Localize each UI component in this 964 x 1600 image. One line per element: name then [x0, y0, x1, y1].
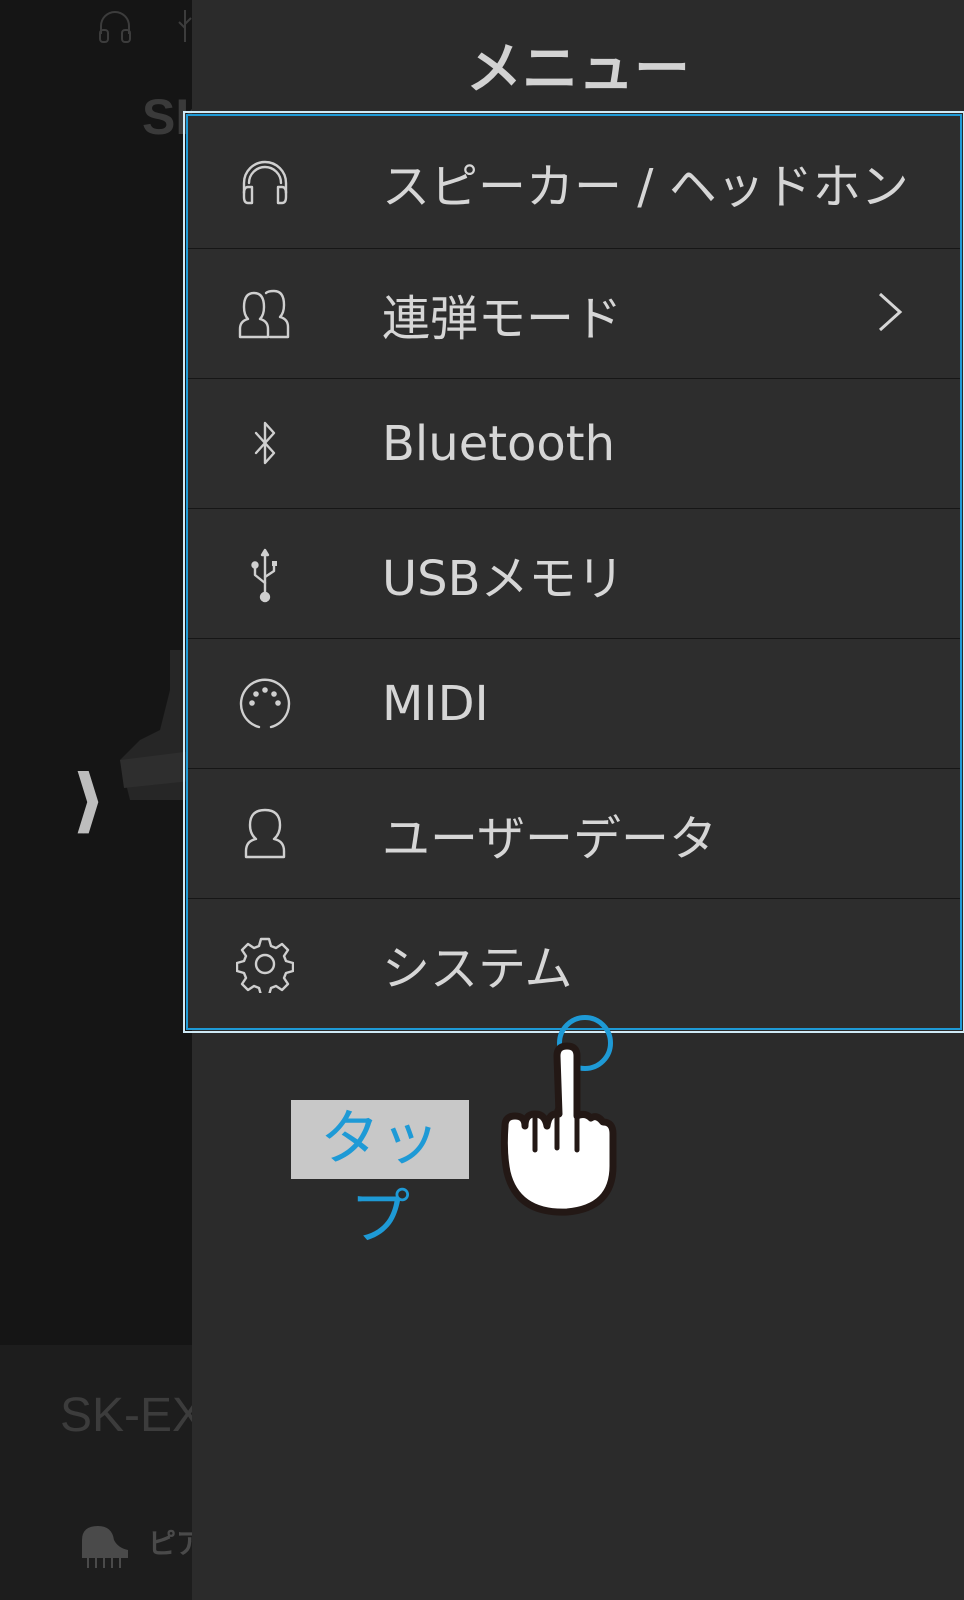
- menu-item-usb-memory[interactable]: USBメモリ: [188, 508, 960, 638]
- usb-icon: [236, 545, 294, 603]
- status-icons: [95, 6, 195, 46]
- menu-title: メニュー: [466, 37, 690, 102]
- model-name-bottom: SK-EX: [60, 1389, 205, 1442]
- tap-instruction-label: タップ: [291, 1100, 469, 1253]
- menu-item-label: USBメモリ: [382, 550, 625, 607]
- duet-icon: [236, 285, 294, 343]
- menu-list: スピーカー / ヘッドホン 連弾モード Bluetooth USBメモリ MID…: [183, 111, 964, 1033]
- menu-item-speaker-headphones[interactable]: スピーカー / ヘッドホン: [188, 116, 960, 248]
- menu-item-duet-mode[interactable]: 連弾モード: [188, 248, 960, 378]
- menu-item-label: MIDI: [382, 675, 489, 732]
- menu-item-bluetooth[interactable]: Bluetooth: [188, 378, 960, 508]
- bluetooth-icon: [236, 415, 294, 473]
- headphones-icon: [99, 11, 131, 43]
- user-icon: [236, 805, 294, 863]
- menu-item-label: スピーカー / ヘッドホン: [382, 159, 909, 215]
- chevron-right-icon: [876, 290, 904, 338]
- midi-icon: [236, 675, 294, 733]
- gear-icon: [236, 935, 294, 993]
- menu-item-label: ユーザーデータ: [382, 810, 718, 867]
- expand-arrow-icon[interactable]: ⟩⟩: [72, 765, 104, 835]
- menu-item-label: Bluetooth: [382, 415, 616, 472]
- menu-item-label: 連弾モード: [382, 290, 623, 347]
- menu-item-user-data[interactable]: ユーザーデータ: [188, 768, 960, 898]
- pointing-hand-icon: [500, 1042, 617, 1216]
- menu-item-system[interactable]: システム: [188, 898, 960, 1028]
- piano-icon: [82, 1526, 128, 1568]
- menu-item-midi[interactable]: MIDI: [188, 638, 960, 768]
- headphones-icon: [236, 153, 294, 211]
- menu-item-label: システム: [382, 940, 573, 997]
